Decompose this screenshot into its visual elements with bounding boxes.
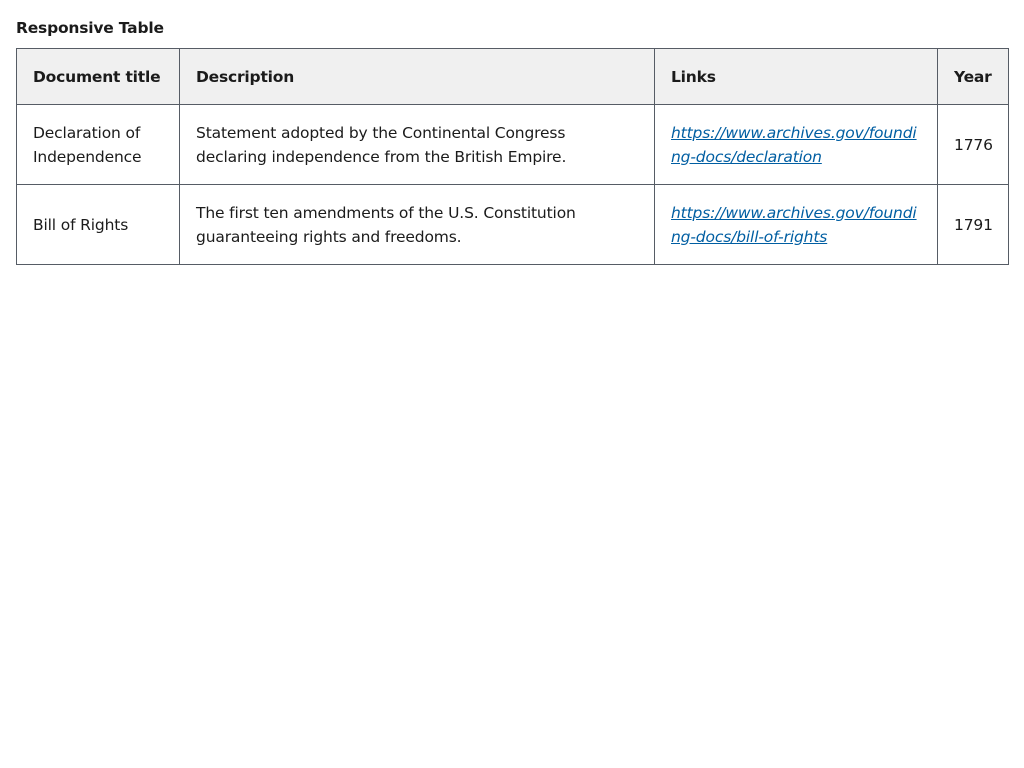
cell-year: 1791 bbox=[937, 184, 1009, 265]
cell-document-title: Declaration of Independence bbox=[16, 104, 180, 185]
cell-link: https://www.archives.gov/founding-docs/b… bbox=[654, 184, 938, 265]
cell-description: The first ten amendments of the U.S. Con… bbox=[179, 184, 655, 265]
cell-year: 1776 bbox=[937, 104, 1009, 185]
table-header-row: Document title Description Links Year bbox=[16, 48, 1009, 105]
declaration-link[interactable]: https://www.archives.gov/founding-docs/d… bbox=[671, 124, 917, 166]
cell-description: Statement adopted by the Continental Con… bbox=[179, 104, 655, 185]
cell-link: https://www.archives.gov/founding-docs/d… bbox=[654, 104, 938, 185]
documents-table: Document title Description Links Year De… bbox=[16, 48, 1009, 265]
column-header-year: Year bbox=[937, 48, 1009, 105]
column-header-description: Description bbox=[179, 48, 655, 105]
column-header-document-title: Document title bbox=[16, 48, 180, 105]
table-row: Declaration of Independence Statement ad… bbox=[16, 104, 1009, 185]
cell-document-title: Bill of Rights bbox=[16, 184, 180, 265]
table-row: Bill of Rights The first ten amendments … bbox=[16, 184, 1009, 265]
table-caption: Responsive Table bbox=[16, 19, 164, 37]
column-header-links: Links bbox=[654, 48, 938, 105]
bill-of-rights-link[interactable]: https://www.archives.gov/founding-docs/b… bbox=[671, 204, 917, 246]
